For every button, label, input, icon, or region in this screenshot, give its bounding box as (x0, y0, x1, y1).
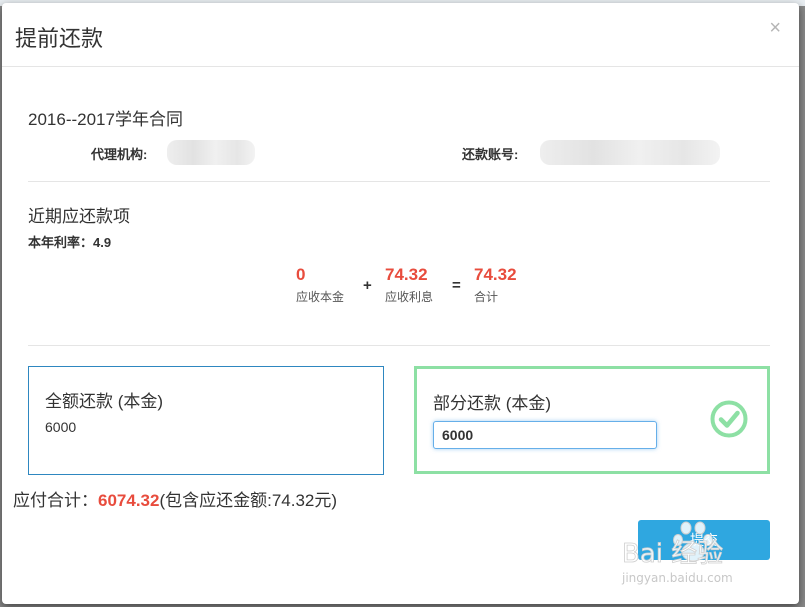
full-repayment-title: 全额还款 (本金) (45, 392, 164, 411)
submit-button[interactable]: 提交 (638, 520, 770, 560)
agency-label: 代理机构: (91, 147, 148, 162)
full-repayment-option[interactable]: 全额还款 (本金) 6000 (28, 366, 384, 475)
interest-value: 74.32 (385, 265, 428, 284)
principal-value: 0 (296, 265, 306, 284)
rate-value: 4.9 (93, 235, 112, 250)
watermark-url: jingyan.baidu.com (622, 571, 733, 585)
modal-header: 提前还款 × (2, 3, 799, 67)
recent-title: 近期应还款项 (28, 207, 130, 226)
payable-total-label: 应付合计： (13, 491, 98, 510)
account-label: 还款账号: (462, 147, 519, 162)
modal-title: 提前还款 (15, 26, 104, 51)
payable-total-amount: 6074.32 (98, 491, 160, 510)
interest-label: 应收利息 (385, 290, 434, 304)
total-due-value: 74.32 (474, 265, 517, 284)
rate-label: 本年利率： (28, 235, 94, 250)
divider (28, 345, 770, 346)
close-icon[interactable]: × (769, 18, 781, 38)
payable-total: 应付合计：6074.32(包含应还金额:74.32元) (13, 486, 337, 511)
principal-label: 应收本金 (296, 290, 345, 304)
partial-repayment-title: 部分还款 (本金) (433, 394, 552, 413)
divider (28, 181, 770, 182)
prepayment-modal: 提前还款 × 2016--2017学年合同 代理机构: 还款账号: 近期应还款项… (2, 3, 799, 604)
partial-amount-input[interactable] (433, 421, 657, 449)
check-circle-icon (710, 400, 748, 438)
agency-value-redacted (167, 140, 255, 165)
payable-total-note: (包含应还金额:74.32元) (159, 491, 338, 510)
partial-repayment-option[interactable]: 部分还款 (本金) (414, 366, 770, 474)
equals-sign: = (452, 277, 461, 294)
contract-title: 2016--2017学年合同 (28, 110, 183, 129)
account-value-redacted (540, 140, 720, 165)
rate-row: 本年利率：4.9 (28, 232, 111, 251)
full-repayment-amount: 6000 (45, 419, 77, 435)
plus-sign: + (363, 277, 372, 294)
total-due-label: 合计 (474, 290, 499, 304)
